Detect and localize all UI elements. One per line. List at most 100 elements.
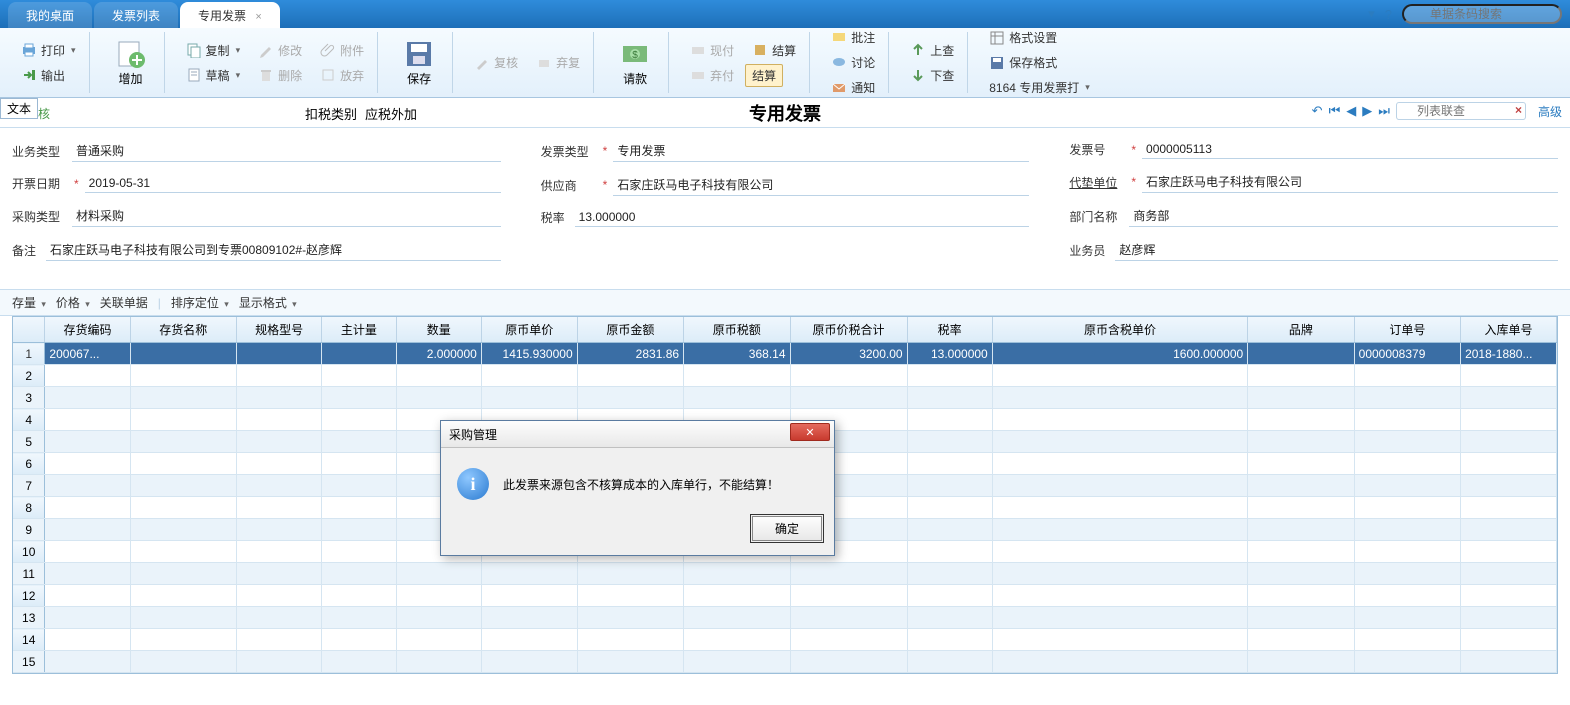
notify-button[interactable]: 通知 (824, 76, 882, 99)
tax-category-label: 扣税类别 (305, 104, 357, 123)
discuss-button[interactable]: 讨论 (824, 51, 882, 74)
dept-value[interactable]: 商务部 (1129, 205, 1558, 227)
table-row[interactable]: 11 (13, 563, 1557, 585)
related-docs[interactable]: 关联单据 (100, 294, 148, 311)
col-code[interactable]: 存货编码 (45, 317, 130, 343)
table-row[interactable]: 13 (13, 607, 1557, 629)
freeze-button[interactable]: 放弃 (313, 64, 371, 87)
advance-label: 代垫单位 (1069, 174, 1129, 191)
format-button[interactable]: 格式设置 (982, 26, 1064, 49)
purchase-value[interactable]: 材料采购 (72, 205, 501, 227)
attach-button[interactable]: 附件 (313, 39, 371, 62)
barcode-search-input[interactable] (1402, 4, 1562, 24)
grid-toolbar: 存量 ▾ 价格 ▾ 关联单据 | 排序定位 ▾ 显示格式 ▾ (0, 289, 1570, 316)
purchase-label: 采购类型 (12, 208, 72, 225)
remark-label: 备注 (12, 242, 46, 259)
print-button[interactable]: 打印▾ (14, 39, 83, 62)
stock-menu[interactable]: 存量 ▾ (12, 294, 46, 311)
col-amount[interactable]: 原币金额 (577, 317, 683, 343)
settle2-button[interactable]: 结算 (745, 64, 783, 87)
col-taxprice[interactable]: 原币含税单价 (992, 317, 1247, 343)
dialog-ok-button[interactable]: 确定 (752, 516, 822, 541)
clerk-value[interactable]: 赵彦辉 (1115, 239, 1558, 261)
clear-icon[interactable]: × (1515, 103, 1522, 117)
review-button[interactable]: 复核 (467, 51, 525, 74)
next-button[interactable]: 下查 (903, 64, 961, 87)
remark-value[interactable]: 石家庄跃马电子科技有限公司到专票00809102#-赵彦辉 (46, 239, 501, 261)
tab-desktop[interactable]: 我的桌面 (8, 2, 92, 28)
svg-text:$: $ (632, 50, 638, 61)
tab-active-label: 专用发票 (198, 9, 246, 23)
col-brand[interactable]: 品牌 (1248, 317, 1354, 343)
prev-button[interactable]: 上查 (903, 39, 961, 62)
tab-special-invoice[interactable]: 专用发票 × (180, 2, 280, 28)
date-label: 开票日期 (12, 175, 72, 192)
abandon-button[interactable]: 弃复 (529, 51, 587, 74)
clerk-label: 业务员 (1069, 242, 1115, 259)
settle-button[interactable]: 结算 (745, 39, 803, 62)
price-menu[interactable]: 价格 ▾ (56, 294, 90, 311)
modify-button[interactable]: 修改 (251, 39, 309, 62)
tab-invoice-list[interactable]: 发票列表 (94, 2, 178, 28)
col-order[interactable]: 订单号 (1354, 317, 1460, 343)
tab-bar: 我的桌面 发票列表 专用发票 × ▾ ? (0, 0, 1570, 28)
draft-button[interactable]: 草稿▾ (179, 64, 248, 87)
col-tax[interactable]: 原币税额 (684, 317, 790, 343)
dialog-title: 采购管理 (449, 426, 497, 443)
delete-button[interactable]: 删除 (251, 64, 309, 87)
invoice-type-label: 发票类型 (541, 143, 601, 160)
template-select[interactable]: 8164 专用发票打▾ (982, 76, 1097, 99)
col-rate[interactable]: 税率 (907, 317, 992, 343)
display-menu[interactable]: 显示格式 ▾ (239, 294, 297, 311)
col-unit[interactable]: 主计量 (322, 317, 397, 343)
copy-button[interactable]: 复制▾ (179, 39, 248, 62)
help-icon[interactable]: ? (1385, 7, 1392, 22)
supplier-value[interactable]: 石家庄跃马电子科技有限公司 (613, 174, 1029, 196)
first-icon[interactable]: ⏮ (1329, 103, 1341, 119)
date-value[interactable]: 2019-05-31 (85, 174, 501, 193)
col-spec[interactable]: 规格型号 (237, 317, 322, 343)
export-button[interactable]: 输出 (14, 64, 72, 87)
text-label: 文本 (0, 98, 38, 119)
invoice-type-value[interactable]: 专用发票 (613, 140, 1029, 162)
pay-button[interactable]: 弃付 (683, 64, 741, 87)
rate-value[interactable]: 13.000000 (575, 208, 1030, 227)
table-row[interactable]: 14 (13, 629, 1557, 651)
advanced-link[interactable]: 高级 (1538, 103, 1562, 120)
sort-menu[interactable]: 排序定位 ▾ (171, 294, 229, 311)
advance-value[interactable]: 石家庄跃马电子科技有限公司 (1142, 171, 1558, 193)
add-button[interactable]: 增加 (104, 33, 158, 92)
form-area: 业务类型普通采购 开票日期*2019-05-31 采购类型材料采购 备注石家庄跃… (0, 128, 1570, 289)
table-row[interactable]: 15 (13, 651, 1557, 673)
col-name[interactable]: 存货名称 (130, 317, 236, 343)
cash-button[interactable]: 现付 (683, 39, 741, 62)
biz-type-value[interactable]: 普通采购 (72, 140, 501, 162)
supplier-label: 供应商 (541, 177, 601, 194)
save-button[interactable]: 保存 (392, 33, 446, 92)
col-price[interactable]: 原币单价 (481, 317, 577, 343)
request-button[interactable]: $请款 (608, 33, 662, 92)
next-icon[interactable]: ▶ (1362, 103, 1372, 119)
save-format-button[interactable]: 保存格式 (982, 51, 1064, 74)
table-row[interactable]: 1200067... 2.0000001415.9300002831.86368… (13, 343, 1557, 365)
col-total[interactable]: 原币价税合计 (790, 317, 907, 343)
list-search-input[interactable] (1396, 102, 1526, 120)
dialog-close-button[interactable]: ✕ (790, 423, 830, 441)
col-qty[interactable]: 数量 (396, 317, 481, 343)
close-icon[interactable]: × (255, 11, 261, 23)
undo-icon[interactable]: ↶ (1312, 103, 1323, 119)
table-row[interactable]: 3 (13, 387, 1557, 409)
table-row[interactable]: 12 (13, 585, 1557, 607)
table-row[interactable]: 2 (13, 365, 1557, 387)
annotate-button[interactable]: 批注 (824, 26, 882, 49)
info-icon: i (457, 468, 489, 500)
biz-type-label: 业务类型 (12, 143, 72, 160)
dialog-message: 此发票来源包含不核算成本的入库单行，不能结算！ (503, 476, 779, 493)
invoice-no-value[interactable]: 0000005113 (1142, 140, 1558, 159)
chevron-down-icon[interactable]: ▾ (1368, 6, 1375, 22)
ribbon-toolbar: 打印▾ 输出 增加 复制▾ 修改 附件 草稿▾ 删除 放弃 保存 复核 弃复 $… (0, 28, 1570, 98)
prev-icon[interactable]: ◀ (1346, 103, 1356, 119)
rate-label: 税率 (541, 209, 575, 226)
col-inbound[interactable]: 入库单号 (1461, 317, 1557, 343)
last-icon[interactable]: ⏭ (1378, 103, 1390, 119)
